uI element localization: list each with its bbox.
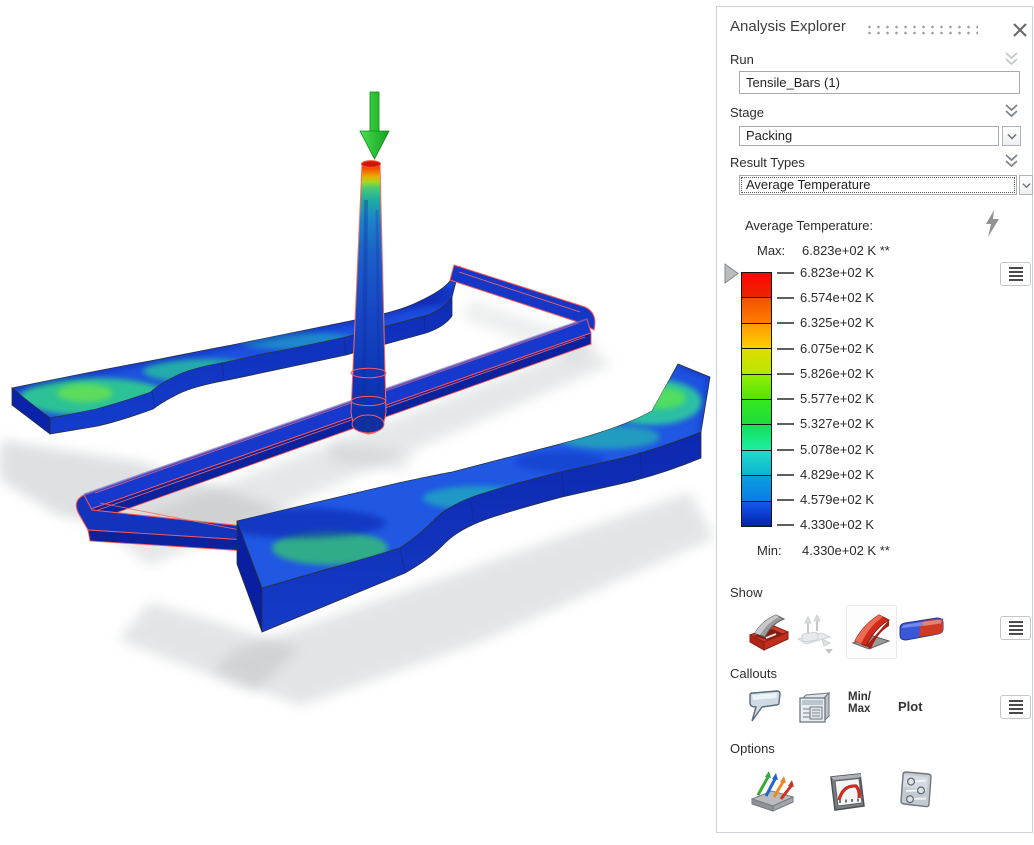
options-gauge-icon[interactable] (827, 772, 867, 812)
colorbar-band (742, 500, 771, 527)
callout-plot-button[interactable]: Plot (898, 699, 923, 714)
drag-handle[interactable] (865, 24, 978, 35)
legend-tick (777, 524, 794, 526)
legend-title: Average Temperature: (745, 218, 874, 233)
legend-min-value: 4.330e+02 K ** (802, 543, 890, 558)
colorbar-band (742, 348, 771, 374)
callouts-menu-button[interactable] (1000, 695, 1031, 719)
stage-dropdown-button[interactable] (1002, 126, 1021, 146)
legend-tick (777, 499, 794, 501)
callout-probe-icon[interactable] (746, 689, 782, 729)
result-types-collapse-chevron-icon[interactable] (1004, 153, 1019, 170)
legend-max-label: Max: (757, 243, 786, 258)
colorbar-band (742, 424, 771, 450)
legend-tick-label: 5.078e+02 K (800, 442, 875, 457)
sprue[interactable] (350, 160, 387, 435)
show-feed-system-icon[interactable] (792, 613, 836, 657)
legend-tick-label: 4.829e+02 K (800, 467, 875, 482)
panel-title: Analysis Explorer (730, 18, 846, 35)
legend-tick (777, 322, 794, 324)
legend-tick-label: 6.574e+02 K (800, 290, 875, 305)
legend-tick-label: 5.577e+02 K (800, 391, 875, 406)
show-menu-button[interactable] (1000, 616, 1031, 640)
legend-tick-label: 6.075e+02 K (800, 341, 875, 356)
legend-tick (777, 398, 794, 400)
legend-slider-pointer[interactable] (723, 263, 739, 284)
stage-select[interactable]: Packing (739, 126, 999, 146)
chevron-down-icon (1021, 182, 1031, 188)
run-collapse-chevron-icon[interactable] (1004, 51, 1019, 68)
run-input[interactable]: Tensile_Bars (1) (739, 71, 1020, 94)
viewport-3d[interactable] (0, 0, 716, 840)
legend-tick (777, 373, 794, 375)
minmax-label-line2: Max (848, 703, 871, 715)
options-plot-tools-icon[interactable] (748, 767, 796, 813)
show-mold-insert-icon[interactable] (897, 616, 945, 646)
legend-tick-label: 5.826e+02 K (800, 366, 875, 381)
legend-min-label: Min: (757, 543, 782, 558)
show-part-icon[interactable] (851, 611, 891, 653)
colorbar-band (742, 475, 771, 501)
app-window: { "panel": { "title": "Analysis Explorer… (0, 0, 1034, 840)
legend-colorbar[interactable] (741, 272, 772, 527)
result-types-select[interactable]: Average Temperature (739, 175, 1017, 195)
legend-tick-label: 5.327e+02 K (800, 416, 875, 431)
callout-minmax-button[interactable]: Min/ Max (848, 691, 871, 715)
callouts-label: Callouts (730, 666, 777, 681)
run-label: Run (730, 52, 754, 67)
legend-tick-label: 4.579e+02 K (800, 492, 875, 507)
stage-label: Stage (730, 105, 764, 120)
chevron-down-icon (825, 649, 833, 654)
result-types-label: Result Types (730, 155, 805, 170)
colorbar-band (742, 322, 771, 349)
close-icon[interactable] (1010, 20, 1030, 40)
options-preferences-icon[interactable] (897, 769, 935, 809)
injection-arrow-icon (359, 91, 390, 160)
colorbar-band (742, 273, 771, 298)
colorbar-band (742, 449, 771, 476)
legend-tick (777, 348, 794, 350)
legend-tick-label: 4.330e+02 K (800, 517, 875, 532)
legend-menu-button[interactable] (1000, 262, 1031, 286)
colorbar-band (742, 373, 771, 400)
legend-tick (777, 449, 794, 451)
show-part-and-runner-icon[interactable] (746, 609, 790, 653)
analysis-explorer-panel: Analysis Explorer Run Tensile_Bars (1) S… (716, 6, 1033, 833)
chevron-down-icon (1006, 133, 1017, 140)
colorbar-band (742, 297, 771, 323)
show-label: Show (730, 585, 763, 600)
model-scene (0, 91, 714, 706)
legend-tick (777, 474, 794, 476)
legend-tick (777, 423, 794, 425)
lightning-refresh-icon[interactable] (984, 210, 1001, 237)
legend-tick-label: 6.823e+02 K (800, 265, 875, 280)
options-label: Options (730, 741, 775, 756)
callout-examine-icon[interactable] (795, 690, 833, 728)
legend-tick (777, 272, 794, 274)
legend-max-value: 6.823e+02 K ** (802, 243, 890, 258)
result-types-dropdown-button[interactable] (1019, 175, 1033, 195)
colorbar-band (742, 399, 771, 425)
minmax-label-line1: Min/ (848, 691, 871, 703)
legend-tick (777, 297, 794, 299)
legend-tick-label: 6.325e+02 K (800, 315, 875, 330)
stage-collapse-chevron-icon[interactable] (1004, 103, 1019, 120)
